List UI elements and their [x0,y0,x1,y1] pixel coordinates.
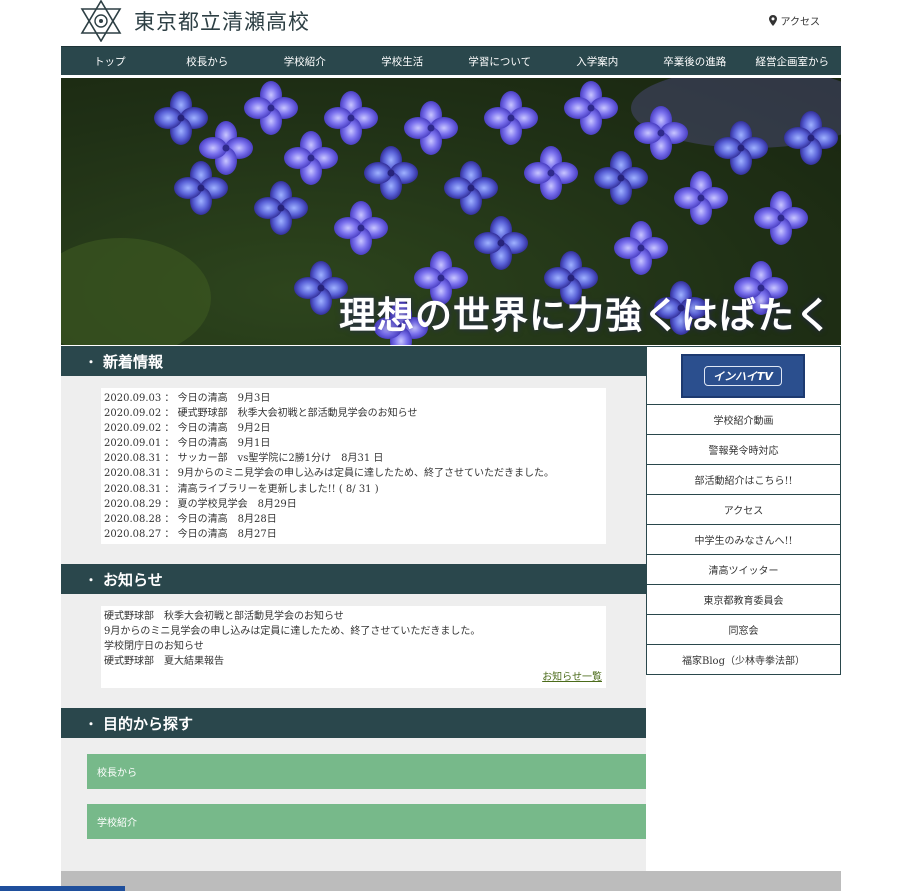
notice-item[interactable]: 学校閉庁日のお知らせ [104,639,606,654]
school-name[interactable]: 東京都立清瀬高校 [134,6,310,36]
notices-list-box: 硬式野球部 秋季大会初戦と部活動見学会のお知らせ 9月からのミニ見学会の申し込み… [101,606,606,688]
sidebar-link-warning-response[interactable]: 警報発令時対応 [646,435,841,465]
news-item[interactable]: 2020.08.27 ： 今日の清高 8月27日 [104,527,606,542]
nav-item-principal[interactable]: 校長から [159,47,257,75]
notices-list: 硬式野球部 秋季大会初戦と部活動見学会のお知らせ 9月からのミニ見学会の申し込み… [101,606,606,669]
news-section-title: 新着情報 [103,352,164,371]
purpose-button-school-intro[interactable]: 学校紹介 [87,804,646,839]
news-item[interactable]: 2020.08.31 ： 清高ライブラリーを更新しました!! ( 8/ 31 ) [104,482,606,497]
news-section-header: ・ 新着情報 [61,346,646,376]
sidebar-link-blog[interactable]: 福家Blog（少林寺拳法部） [646,645,841,675]
notice-item[interactable]: 硬式野球部 夏大結果報告 [104,654,606,669]
taskbar-strip [0,886,125,891]
inhigh-tv-banner[interactable]: インハイTV [646,346,841,405]
notice-item[interactable]: 9月からのミニ見学会の申し込みは定員に達したため、終了させていただきました。 [104,624,606,639]
news-list: 2020.09.03 ： 今日の清高 9月3日 2020.09.02 ： 硬式野… [101,388,606,542]
nav-item-learning[interactable]: 学習について [451,47,549,75]
site-header: 東京都立清瀬高校 アクセス [61,0,841,46]
notice-item[interactable]: 硬式野球部 秋季大会初戦と部活動見学会のお知らせ [104,609,606,624]
nav-item-top[interactable]: トップ [61,47,159,75]
bullet-icon: ・ [85,354,98,369]
sidebar-link-junior-high[interactable]: 中学生のみなさんへ!! [646,525,841,555]
purpose-section-title: 目的から探す [103,714,194,733]
sidebar-link-club-intro[interactable]: 部活動紹介はこちら!! [646,465,841,495]
main-nav: トップ 校長から 学校紹介 学校生活 学習について 入学案内 卒業後の進路 経営… [61,46,841,75]
footer-bar [61,871,841,891]
nav-item-admin-office[interactable]: 経営企画室から [744,47,842,75]
nav-item-school-life[interactable]: 学校生活 [354,47,452,75]
access-link[interactable]: アクセス [768,13,821,28]
news-item[interactable]: 2020.08.31 ： 9月からのミニ見学会の申し込みは定員に達したため、終了… [104,466,606,481]
main-content: ・ 新着情報 2020.09.03 ： 今日の清高 9月3日 2020.09.0… [61,346,646,871]
sidebar-link-twitter[interactable]: 清高ツイッター [646,555,841,585]
notices-section-header: ・ お知らせ [61,564,646,594]
hero-banner: 理想の世界に力強くはばたく [61,78,841,345]
school-emblem-icon[interactable] [80,0,122,42]
nav-item-school-intro[interactable]: 学校紹介 [256,47,354,75]
news-item[interactable]: 2020.09.01 ： 今日の清高 9月1日 [104,436,606,451]
notices-more-link[interactable]: お知らせ一覧 [542,668,602,683]
news-item[interactable]: 2020.09.02 ： 今日の清高 9月2日 [104,421,606,436]
sidebar: インハイTV 学校紹介動画 警報発令時対応 部活動紹介はこちら!! アクセス 中… [646,346,841,675]
page: 東京都立清瀬高校 アクセス トップ 校長から 学校紹介 学校生活 学習について … [61,0,841,871]
notices-section-title: お知らせ [103,570,163,589]
map-pin-icon [768,15,777,26]
news-item[interactable]: 2020.08.31 ： サッカー部 vs聖学院に2勝1分け 8月31 日 [104,451,606,466]
access-link-label: アクセス [780,17,821,28]
news-item[interactable]: 2020.08.28 ： 今日の清高 8月28日 [104,512,606,527]
sidebar-link-intro-video[interactable]: 学校紹介動画 [646,405,841,435]
purpose-button-principal[interactable]: 校長から [87,754,646,789]
bullet-icon: ・ [85,572,98,587]
nav-item-career[interactable]: 卒業後の進路 [646,47,744,75]
news-item[interactable]: 2020.08.29 ： 夏の学校見学会 8月29日 [104,497,606,512]
sidebar-link-board-of-education[interactable]: 東京都教育委員会 [646,585,841,615]
sidebar-link-alumni[interactable]: 同窓会 [646,615,841,645]
inhigh-tv-label: インハイTV [704,366,782,386]
inhigh-tv-logo: インハイTV [681,354,805,398]
news-list-box: 2020.09.03 ： 今日の清高 9月3日 2020.09.02 ： 硬式野… [101,388,606,544]
sidebar-link-access[interactable]: アクセス [646,495,841,525]
news-item[interactable]: 2020.09.03 ： 今日の清高 9月3日 [104,391,606,406]
bullet-icon: ・ [85,716,98,731]
hero-caption: 理想の世界に力強くはばたく [339,293,833,337]
news-item[interactable]: 2020.09.02 ： 硬式野球部 秋季大会初戦と部活動見学会のお知らせ [104,406,606,421]
nav-item-admission[interactable]: 入学案内 [549,47,647,75]
purpose-section-header: ・ 目的から探す [61,708,646,738]
